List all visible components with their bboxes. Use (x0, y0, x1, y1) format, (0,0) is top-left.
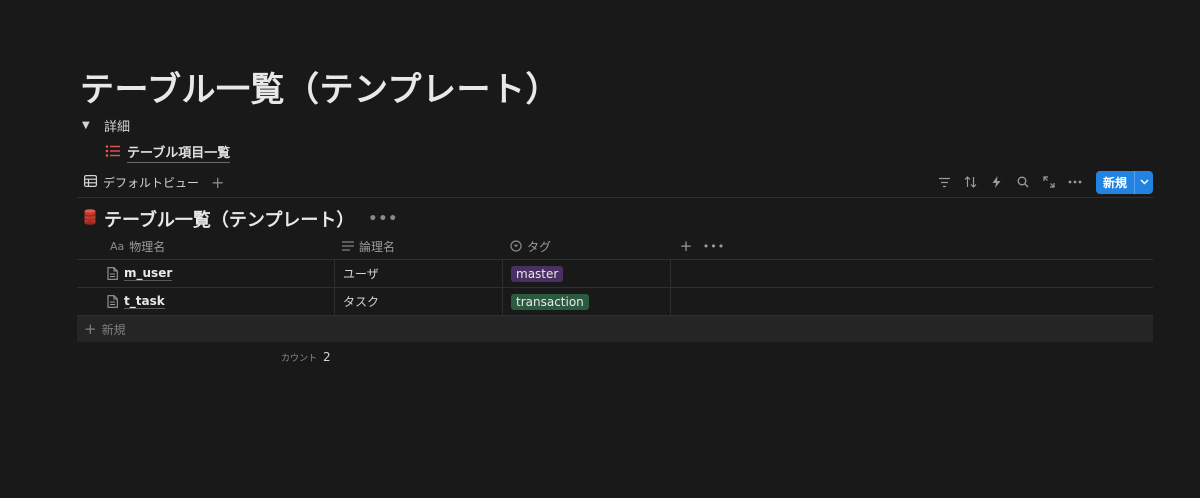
text-lines-icon (342, 241, 354, 251)
row-name-label: t_task (124, 294, 165, 309)
table-row[interactable]: t_task タスク transaction (77, 288, 1153, 316)
plus-icon: + (84, 319, 97, 338)
database-menu-button[interactable]: ••• (368, 211, 398, 227)
add-column-button[interactable]: + (672, 237, 700, 255)
column-header-actions: + ••• (670, 233, 1153, 259)
row-count[interactable]: カウント 2 (281, 350, 331, 364)
new-button-label[interactable]: 新規 (1096, 171, 1134, 194)
triangle-down-icon[interactable]: ▼ (82, 120, 94, 131)
column-header-label: タグ (527, 239, 552, 254)
toolbar-actions: 新規 (932, 170, 1153, 194)
select-circle-icon (510, 240, 522, 252)
tag-badge: master (511, 265, 564, 282)
table-header: Aa 物理名 論理名 タグ + ••• (77, 233, 1153, 260)
column-header-label: 論理名 (359, 239, 396, 254)
search-icon[interactable] (1010, 171, 1036, 193)
new-button[interactable]: 新規 (1095, 170, 1153, 194)
text-type-icon: Aa (110, 239, 125, 253)
automation-bolt-icon[interactable] (984, 171, 1010, 193)
tag-badge: transaction (511, 293, 589, 310)
column-menu-button[interactable]: ••• (700, 240, 728, 253)
table-icon (84, 175, 98, 190)
filter-icon[interactable] (932, 171, 958, 193)
add-view-button[interactable]: + (211, 174, 224, 191)
tab-default-view[interactable]: デフォルトビュー + (84, 174, 224, 191)
more-options-icon[interactable] (1062, 171, 1088, 193)
database-title: テーブル一覧（テンプレート） ••• (84, 206, 398, 232)
column-header-physical-name[interactable]: Aa 物理名 (77, 233, 334, 259)
page-document-icon (107, 267, 118, 280)
chevron-down-icon[interactable] (1134, 170, 1153, 194)
add-row-button[interactable]: + 新規 (77, 316, 1153, 342)
row-name-cell[interactable]: t_task (77, 288, 334, 315)
row-tag-cell[interactable]: transaction (502, 288, 670, 315)
view-toolbar: デフォルトビュー + 新規 (77, 170, 1153, 198)
sort-icon[interactable] (958, 171, 984, 193)
database-table: Aa 物理名 論理名 タグ + ••• m_user ユーザ master t_… (77, 233, 1153, 342)
column-header-tag[interactable]: タグ (502, 233, 670, 259)
count-value: 2 (323, 350, 331, 364)
table-row[interactable]: m_user ユーザ master (77, 260, 1153, 288)
row-name-label: m_user (124, 266, 173, 281)
toggle-label: 詳細 (104, 120, 131, 135)
row-logical-cell[interactable]: ユーザ (334, 260, 502, 287)
row-tag-cell[interactable]: master (502, 260, 670, 287)
count-label: カウント (281, 354, 318, 364)
page-document-icon (107, 295, 118, 308)
table-items-link[interactable]: テーブル項目一覧 (105, 142, 231, 163)
tab-default-view-label: デフォルトビュー (103, 176, 200, 190)
expand-icon[interactable] (1036, 171, 1062, 193)
column-header-label: 物理名 (129, 239, 166, 254)
row-logical-cell[interactable]: タスク (334, 288, 502, 315)
row-empty-cell (670, 288, 1153, 315)
row-name-cell[interactable]: m_user (77, 260, 334, 287)
page-title: テーブル一覧（テンプレート） (80, 70, 560, 110)
table-items-link-label: テーブル項目一覧 (127, 142, 231, 163)
database-icon (84, 208, 96, 230)
database-title-label[interactable]: テーブル一覧（テンプレート） (104, 206, 354, 232)
add-row-label: 新規 (101, 322, 126, 337)
column-header-logical-name[interactable]: 論理名 (334, 233, 502, 259)
bulleted-list-icon (105, 144, 121, 162)
row-empty-cell (670, 260, 1153, 287)
details-toggle[interactable]: ▼ 詳細 (82, 116, 130, 135)
